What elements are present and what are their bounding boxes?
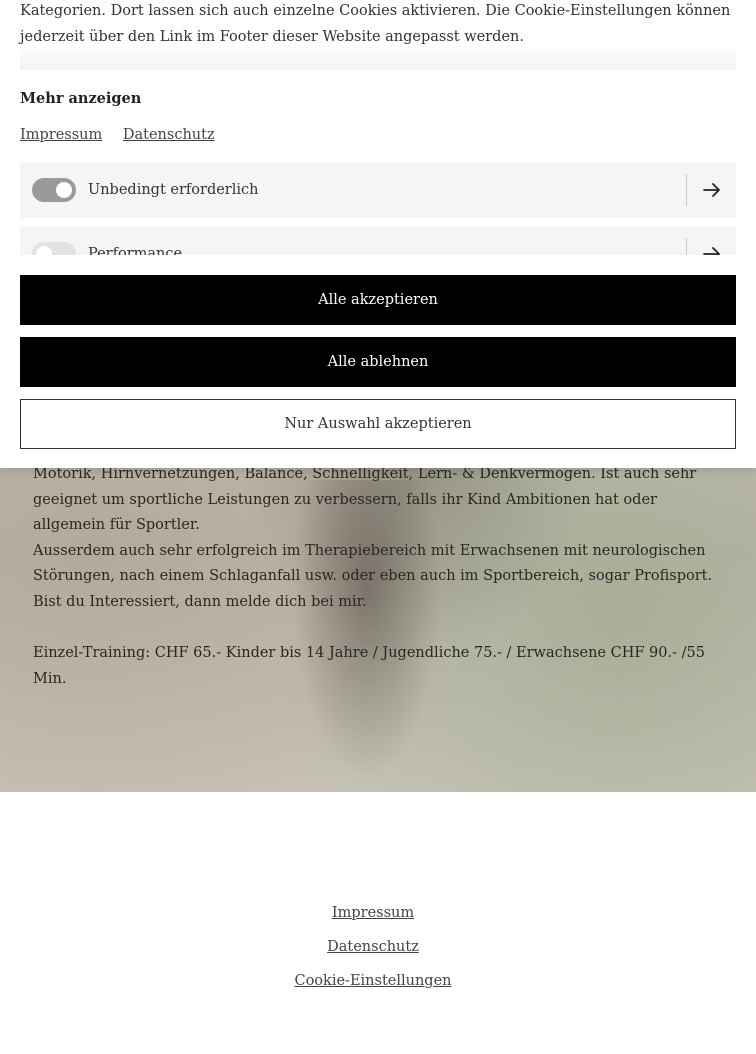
expand-necessary-button[interactable] (687, 162, 736, 218)
accept-all-button[interactable]: Alle akzeptieren (20, 275, 736, 325)
hero-text: Motorik, Hirnvernetzungen, Balance, Schn… (33, 462, 733, 692)
cookie-scroll-area[interactable]: Kategorien. Dort lassen sich auch einzel… (0, 0, 756, 255)
category-label: Performance (88, 246, 183, 255)
category-label: Unbedingt erforderlich (88, 182, 259, 198)
reject-all-button[interactable]: Alle ablehnen (20, 337, 736, 387)
datenschutz-link[interactable]: Datenschutz (123, 127, 215, 143)
scroll-fade (20, 46, 736, 70)
hero-paragraph: Bist du Interessiert, dann melde dich be… (33, 593, 367, 610)
expand-performance-button[interactable] (687, 226, 736, 255)
footer-impressum-link[interactable]: Impressum (0, 896, 746, 930)
footer-cookie-settings-link[interactable]: Cookie-Einstellungen (0, 964, 746, 998)
impressum-link[interactable]: Impressum (20, 127, 102, 143)
cookie-intro-text: Kategorien. Dort lassen sich auch einzel… (20, 3, 731, 45)
arrow-right-icon (702, 247, 720, 255)
necessary-toggle[interactable] (32, 178, 76, 202)
performance-toggle[interactable] (32, 242, 76, 255)
hero-paragraph: Motorik, Hirnvernetzungen, Balance, Schn… (33, 466, 697, 534)
accept-selection-button[interactable]: Nur Auswahl akzeptieren (20, 399, 736, 449)
footer-datenschutz-link[interactable]: Datenschutz (0, 930, 746, 964)
hero-paragraph: Ausserdem auch sehr erfolgreich im Thera… (33, 542, 713, 585)
cookie-banner: Kategorien. Dort lassen sich auch einzel… (0, 0, 756, 468)
footer-links: Impressum Datenschutz Cookie-Einstellung… (0, 896, 746, 998)
cookie-category-necessary: Unbedingt erforderlich (20, 162, 736, 218)
cookie-category-performance: Performance (20, 226, 736, 255)
pricing-text: Einzel-Training: CHF 65.- Kinder bis 14 … (33, 645, 705, 687)
show-more-link[interactable]: Mehr anzeigen (20, 90, 141, 107)
cookie-legal-links: Impressum Datenschutz (20, 127, 231, 143)
arrow-right-icon (702, 183, 720, 197)
